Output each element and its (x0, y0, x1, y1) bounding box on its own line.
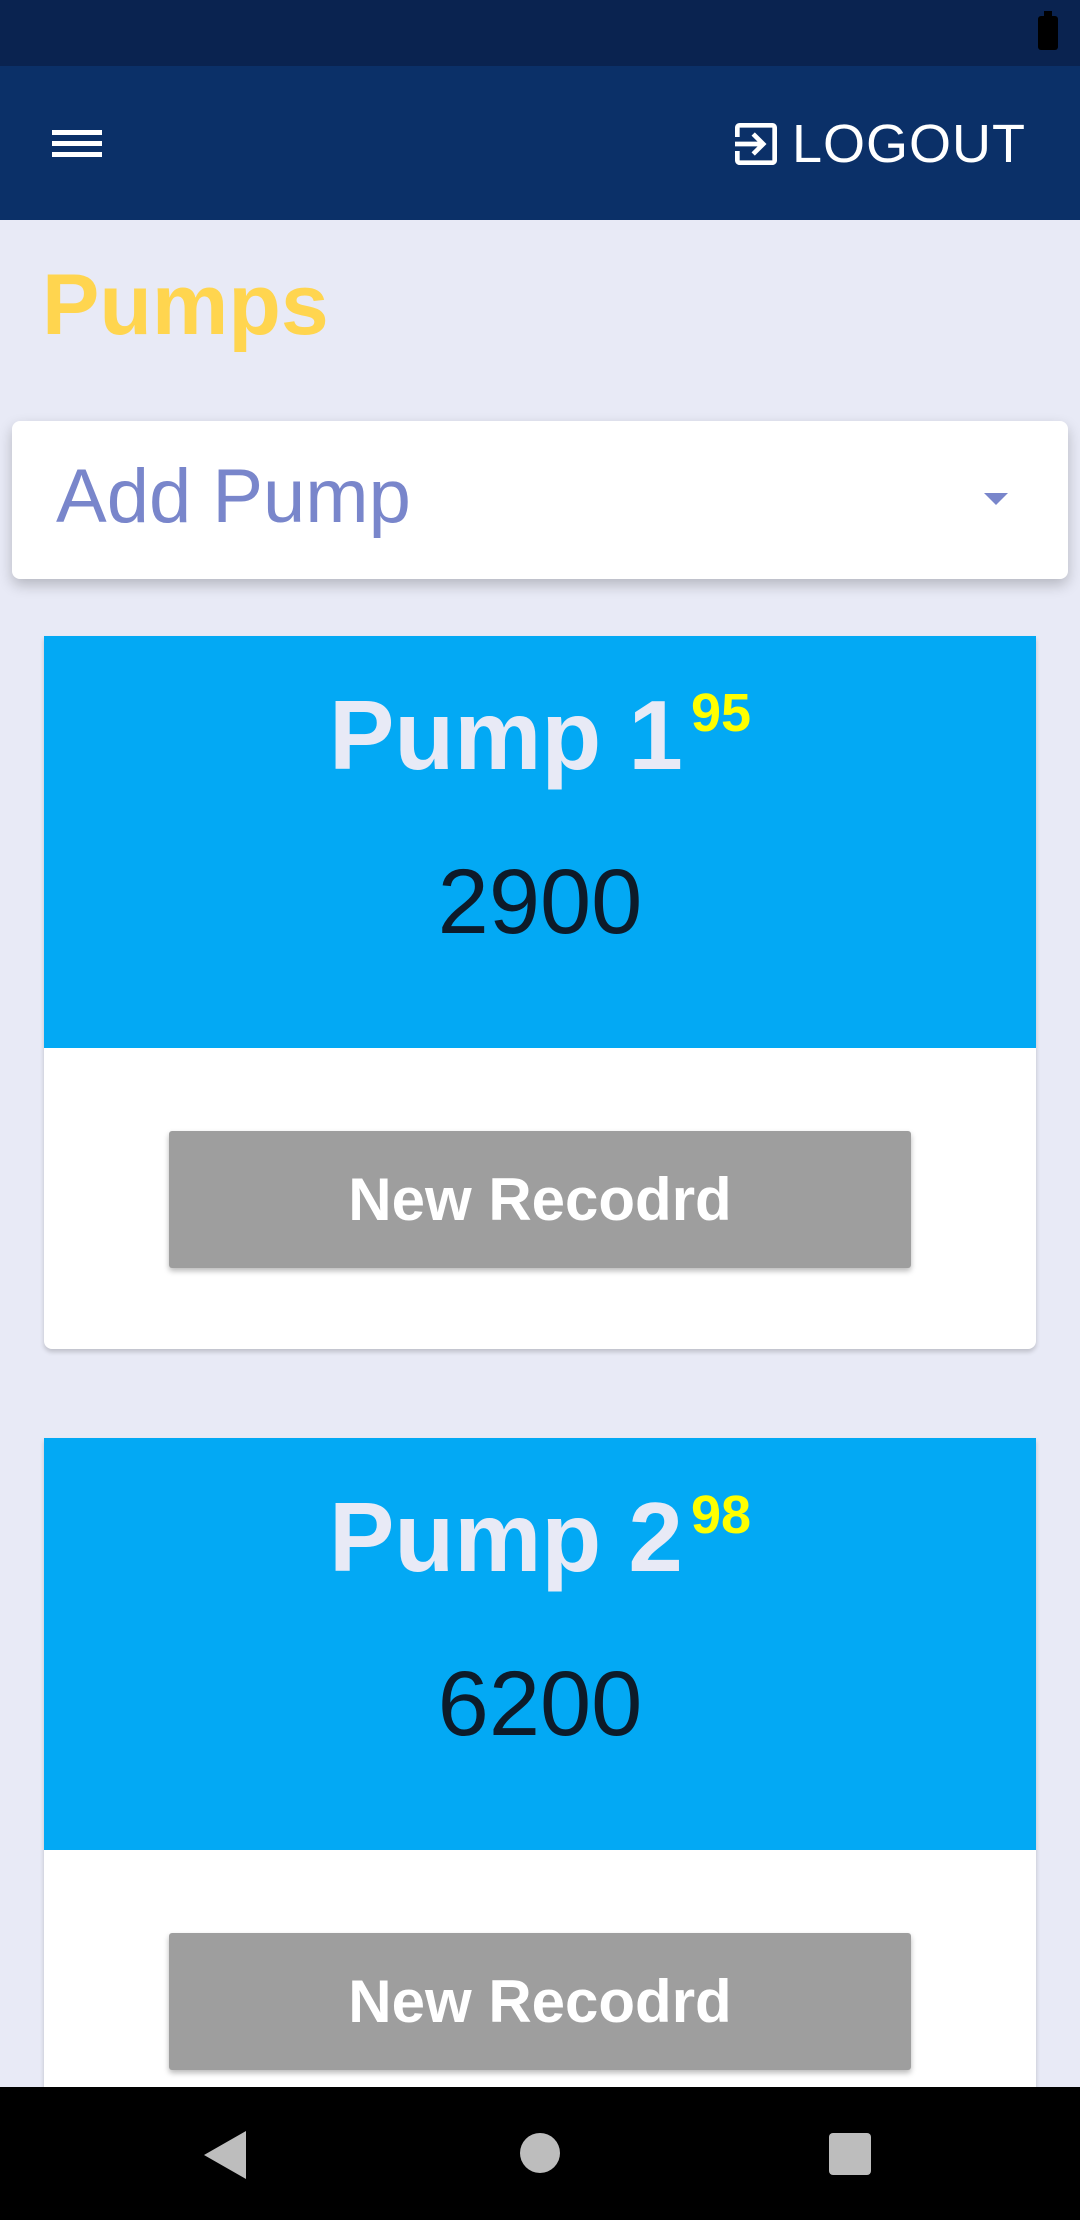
pump-title: Pump 1 (328, 680, 683, 790)
pump-badge: 95 (690, 683, 752, 743)
add-pump-select[interactable]: Add Pump (12, 421, 1068, 579)
page-title: Pumps (42, 257, 329, 353)
logout-icon (734, 123, 777, 165)
new-record-button[interactable]: New Recodrd (169, 1131, 911, 1268)
recents-icon[interactable] (829, 2133, 871, 2175)
pump-reading: 2900 (437, 851, 643, 953)
home-icon[interactable] (520, 2133, 560, 2173)
battery-icon (1038, 11, 1058, 50)
dropdown-arrow-icon (984, 493, 1008, 505)
select-value: Add Pump (56, 454, 411, 539)
logout-label: LOGOUT (791, 114, 1026, 174)
pump-card: Pump 1 95 2900 New Recodrd (44, 636, 1036, 1349)
pump-card-header: Pump 2 98 6200 (44, 1438, 1036, 1850)
pump-card: Pump 2 98 6200 New Recodrd (44, 1438, 1036, 2151)
pump-name: Pump 2 98 (44, 1488, 1036, 1586)
status-bar (0, 0, 1080, 66)
new-record-button[interactable]: New Recodrd (169, 1933, 911, 2070)
pump-title: Pump 2 (328, 1482, 683, 1592)
logout-button[interactable]: LOGOUT (728, 106, 1026, 182)
menu-icon[interactable] (40, 112, 114, 174)
pump-card-header: Pump 1 95 2900 (44, 636, 1036, 1048)
pump-name: Pump 1 95 (44, 686, 1036, 784)
pump-reading: 6200 (437, 1653, 643, 1755)
app-bar: LOGOUT (0, 66, 1080, 220)
navigation-bar (0, 2087, 1080, 2220)
pump-badge: 98 (690, 1485, 752, 1545)
back-icon[interactable] (204, 2131, 246, 2179)
